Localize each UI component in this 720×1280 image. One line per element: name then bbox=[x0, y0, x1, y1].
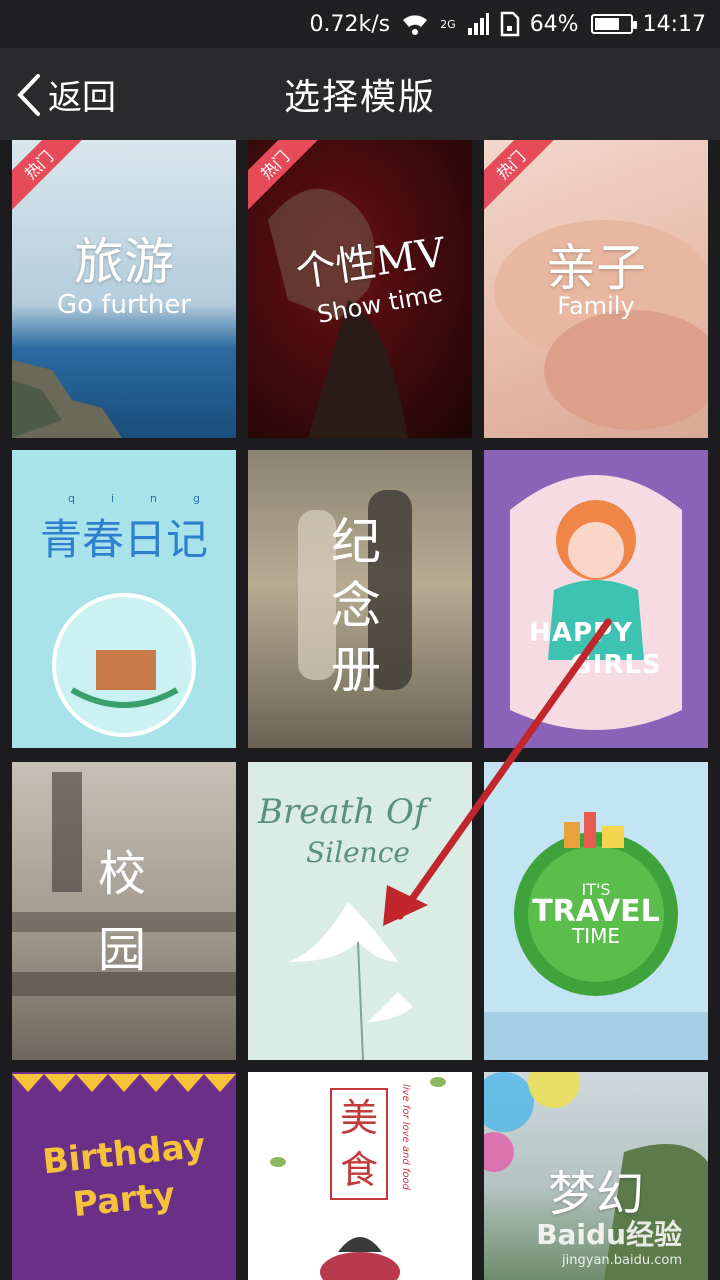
network-speed: 0.72k/s bbox=[309, 11, 391, 37]
template-line2: GIRLS bbox=[570, 650, 662, 680]
template-youth-diary[interactable]: qingchun 青春日记 bbox=[12, 450, 236, 748]
bunting-decoration bbox=[12, 1074, 236, 1092]
clock: 14:17 bbox=[642, 11, 706, 37]
wifi-icon bbox=[400, 12, 430, 36]
template-line1: HAPPY bbox=[529, 618, 633, 648]
template-mv[interactable]: 热门 个性MV Show time bbox=[248, 140, 472, 438]
glass-bowl-image bbox=[52, 593, 196, 737]
template-title: 亲子 bbox=[546, 239, 646, 297]
template-birthday-party[interactable]: Birthday Party bbox=[12, 1072, 236, 1280]
dessert-image bbox=[270, 1077, 446, 1280]
sim-icon bbox=[500, 11, 520, 37]
template-food[interactable]: 美食 live for love and food bbox=[248, 1072, 472, 1280]
template-breath-of-silence[interactable]: Breath Of Silence bbox=[248, 762, 472, 1060]
template-happy-girls[interactable]: HAPPY GIRLS bbox=[484, 450, 708, 748]
template-memorial[interactable]: 纪念册 bbox=[248, 450, 472, 748]
template-campus[interactable]: 校园 bbox=[12, 762, 236, 1060]
app-header: 返回 选择模版 bbox=[0, 48, 720, 140]
template-family[interactable]: 热门 亲子 Family bbox=[484, 140, 708, 438]
template-travel[interactable]: 热门 旅游 Go further bbox=[12, 140, 236, 438]
page-title: 选择模版 bbox=[283, 77, 436, 118]
template-grid: 热门 旅游 Go further 热门 个性MV Show time 热门 亲子… bbox=[0, 140, 720, 1280]
battery-percent: 64% bbox=[529, 11, 579, 37]
template-subtitle: Go further bbox=[57, 290, 191, 320]
template-title: 校园 bbox=[97, 846, 146, 978]
watermark-brand: Baidu经验 bbox=[536, 1218, 682, 1251]
baidu-watermark: Baidu经验 jingyan.baidu.com bbox=[536, 1213, 682, 1268]
template-subtitle: Family bbox=[557, 292, 635, 320]
watermark-url: jingyan.baidu.com bbox=[562, 1253, 682, 1268]
battery-icon bbox=[590, 14, 637, 34]
template-title: 旅游 bbox=[74, 233, 174, 291]
signal-icon bbox=[466, 12, 490, 36]
girl-illustration-image bbox=[510, 475, 682, 730]
template-travel-time[interactable]: IT'S TRAVEL TIME bbox=[484, 762, 708, 1060]
network-type: 2G bbox=[440, 17, 456, 31]
lily-flower-image bbox=[288, 902, 413, 1060]
back-label: 返回 bbox=[48, 78, 116, 118]
status-bar: 0.72k/s 2G 64% 14:17 bbox=[0, 0, 720, 48]
template-line3: TIME bbox=[571, 924, 620, 948]
template-title: 纪念册 bbox=[331, 513, 381, 699]
chevron-left-icon bbox=[17, 73, 40, 116]
back-button[interactable]: 返回 bbox=[14, 70, 116, 119]
